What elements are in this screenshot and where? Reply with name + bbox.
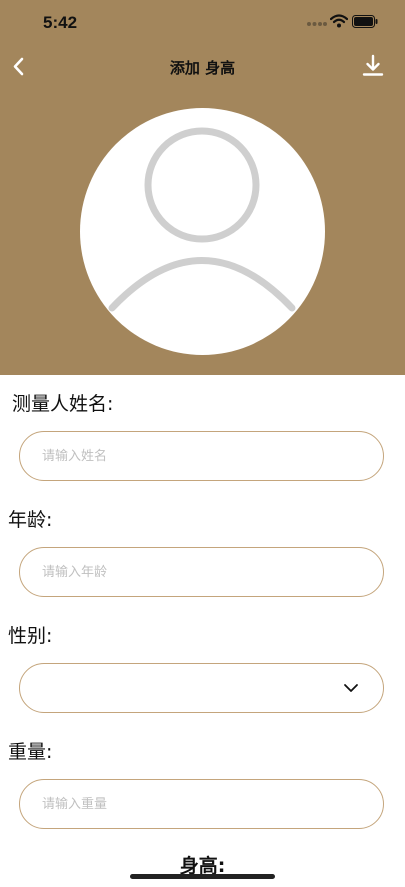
avatar-placeholder-icon xyxy=(108,127,296,312)
age-label: 年龄: xyxy=(8,509,53,531)
home-indicator xyxy=(130,874,275,879)
header-banner: 5:42 添加 身高 xyxy=(0,0,405,375)
nav-bar: 添加 身高 xyxy=(0,46,405,90)
avatar[interactable] xyxy=(80,108,325,355)
wifi-icon xyxy=(330,14,348,28)
name-input[interactable] xyxy=(40,432,364,481)
download-icon[interactable] xyxy=(360,52,386,82)
signal-icon xyxy=(307,22,327,26)
age-field[interactable] xyxy=(19,547,384,597)
age-input[interactable] xyxy=(40,548,364,597)
name-field[interactable] xyxy=(19,431,384,481)
battery-icon xyxy=(352,15,378,28)
status-time: 5:42 xyxy=(43,13,78,32)
chevron-down-icon xyxy=(344,684,358,692)
weight-input[interactable] xyxy=(40,780,364,829)
page-title: 添加 身高 xyxy=(169,59,236,77)
weight-field[interactable] xyxy=(19,779,384,829)
gender-label: 性别: xyxy=(8,625,53,647)
gender-select[interactable] xyxy=(19,663,384,713)
weight-label: 重量: xyxy=(8,741,53,763)
status-bar: 5:42 xyxy=(0,0,405,46)
name-label: 测量人姓名: xyxy=(12,393,114,415)
